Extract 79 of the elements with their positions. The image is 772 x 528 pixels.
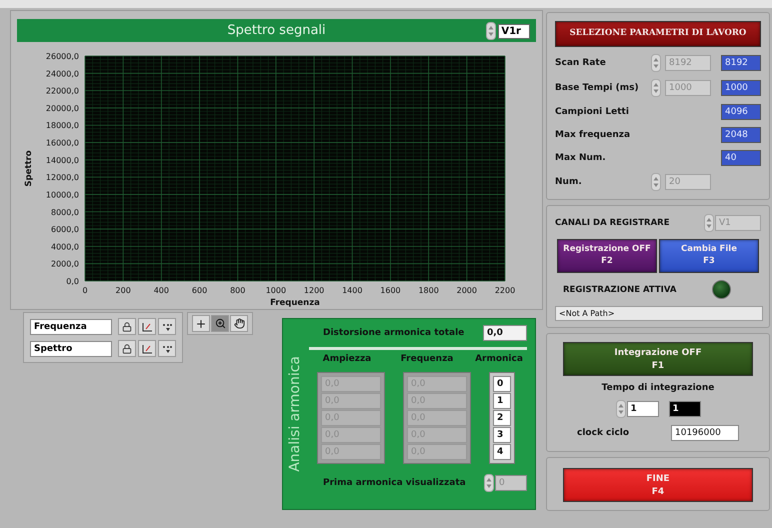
spin-arrows[interactable]	[486, 22, 496, 40]
array-cell: 2	[493, 410, 511, 426]
format-icon[interactable]	[158, 318, 176, 335]
y-tick-label: 12000,0	[46, 173, 79, 182]
x-tick-label: 1000	[266, 286, 286, 295]
y-tick-label: 10000,0	[46, 190, 79, 200]
numeric-indicator: 2048	[721, 127, 761, 143]
scale-name: Frequenza	[30, 318, 112, 334]
panel-label: Analisi armonica	[287, 356, 303, 472]
array-cell: 0	[493, 376, 511, 392]
y-tick-label: 22000,0	[46, 86, 79, 96]
y-tick-label: 16000,0	[46, 138, 79, 148]
field-label: Base Tempi (ms)	[555, 83, 640, 93]
hand-icon[interactable]	[230, 315, 248, 332]
y-tick-label: 2000,0	[51, 260, 79, 269]
autoscale-icon[interactable]	[138, 340, 156, 357]
x-axis-title: Frequenza	[270, 298, 320, 308]
autoscale-icon[interactable]	[138, 318, 156, 335]
column-header: Ampiezza	[322, 354, 372, 364]
y-tick-label: 24000,0	[46, 69, 79, 78]
y-tick-label: 18000,0	[46, 121, 79, 130]
parameters-button[interactable]: SELEZIONE PARAMETRI DI LAVORO	[555, 21, 761, 47]
field-label: Scan Rate	[555, 58, 607, 68]
field-label: Prima armonica visualizzata	[323, 478, 466, 488]
field-label: Campioni Letti	[555, 107, 630, 117]
field-label: CANALI DA REGISTRARE	[555, 218, 670, 228]
zoom-icon[interactable]	[211, 315, 229, 332]
field-label: Num.	[555, 177, 583, 187]
field-label: Distorsione armonica totale	[323, 328, 464, 338]
x-tick-label: 0	[82, 286, 88, 295]
clock-field: 10196000	[671, 425, 739, 441]
x-tick-label: 1600	[380, 286, 401, 295]
format-icon[interactable]	[158, 340, 176, 357]
y-tick-label: 6000,0	[51, 225, 79, 234]
field-label: Max Num.	[555, 153, 607, 163]
numeric-indicator: 1	[668, 401, 700, 417]
numeric-control[interactable]: 1	[626, 401, 658, 417]
field-label: Tempo di integrazione	[602, 383, 714, 393]
y-tick-label: 26000,0	[46, 52, 79, 61]
x-tick-label: 800	[230, 286, 246, 295]
graph-title: Spettro segnali	[227, 22, 326, 38]
y-tick-label: 20000,0	[46, 104, 79, 113]
spin-arrows[interactable]	[484, 474, 494, 492]
field-label: Max frequenza	[555, 130, 632, 140]
array-cell: 4	[493, 444, 511, 460]
column-header: Armonica	[475, 354, 523, 364]
numeric-indicator: 4096	[721, 104, 761, 120]
numeric-indicator: 40	[721, 150, 761, 166]
x-tick-label: 200	[116, 286, 131, 295]
field-label: clock ciclo	[577, 428, 630, 438]
recording-button[interactable]: Registrazione OFF F2	[557, 239, 657, 273]
x-tick-label: 1400	[342, 286, 362, 295]
y-tick-label: 14000,0	[46, 156, 79, 165]
integration-button[interactable]: Integrazione OFF F1	[563, 342, 753, 376]
x-tick-label: 600	[192, 286, 208, 295]
field-label: REGISTRAZIONE ATTIVA	[563, 284, 676, 294]
x-tick-label: 1200	[304, 286, 324, 295]
lock-icon[interactable]	[118, 340, 136, 357]
scale-name: Spettro	[30, 340, 112, 356]
stop-button[interactable]: FINE F4	[563, 468, 753, 502]
thd-field: 0,0	[483, 325, 527, 341]
array-cell: 1	[493, 393, 511, 409]
x-tick-label: 1800	[418, 286, 439, 295]
x-tick-label: 2000	[456, 286, 477, 295]
column-header: Frequenza	[400, 354, 454, 364]
lock-icon[interactable]	[118, 318, 136, 335]
y-tick-label: 8000,0	[51, 208, 79, 217]
x-tick-label: 400	[154, 286, 169, 295]
channel-selector[interactable]: V1r	[498, 24, 530, 38]
array-cell: 3	[493, 427, 511, 443]
y-tick-label: 4000,0	[51, 242, 79, 252]
numeric-indicator: 8192	[721, 55, 761, 71]
y-axis-title: Spettro	[24, 150, 34, 186]
cursor-icon[interactable]	[192, 315, 210, 332]
path-field[interactable]: <Not A Path>	[555, 306, 763, 321]
x-tick-label: 2200	[494, 286, 516, 295]
numeric-indicator: 1000	[721, 80, 761, 96]
y-tick-label: 0,0	[66, 276, 79, 286]
recording-button[interactable]: Cambia File F3	[659, 239, 759, 273]
